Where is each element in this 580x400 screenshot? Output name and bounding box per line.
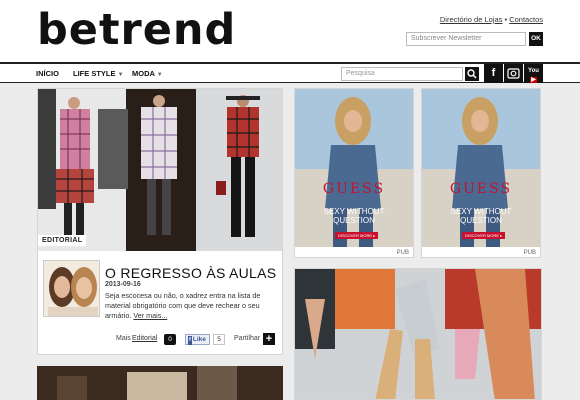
editorial-card: EDITORIAL O REGRESSO ÀS AULAS 2013-09-16… bbox=[37, 88, 283, 355]
ad-label: PUB bbox=[523, 250, 536, 256]
article-excerpt: Seja escocesa ou não, o xadrez entra na … bbox=[105, 291, 277, 321]
contacts-link[interactable]: Contactos bbox=[509, 15, 543, 24]
article-title[interactable]: O REGRESSO ÀS AULAS bbox=[105, 265, 276, 281]
guess-ad-1[interactable]: GUESS SEXY WITHOUT QUESTION DISCOVER MOR… bbox=[294, 88, 414, 258]
street-style-photo[interactable] bbox=[294, 268, 542, 400]
nav-item-inicio[interactable]: INÍCIO bbox=[36, 69, 59, 78]
ad-brand: GUESS bbox=[322, 181, 386, 197]
like-label: Like bbox=[192, 336, 206, 343]
ad-headline: SEXY WITHOUT QUESTION bbox=[323, 207, 385, 225]
read-more-link[interactable]: Ver mais... bbox=[133, 311, 167, 320]
share-label[interactable]: Partilhar bbox=[234, 335, 260, 342]
author-thumbnail[interactable] bbox=[43, 260, 100, 317]
nav-item-life-style[interactable]: LIFE STYLE ▼ bbox=[73, 69, 124, 78]
top-links: Directório de Lojas • Contactos bbox=[440, 15, 543, 24]
camera-icon bbox=[507, 68, 520, 79]
nav-label: MODA bbox=[132, 69, 155, 78]
main-nav: INÍCIO LIFE STYLE ▼ MODA ▼ Pesquisa f Yo… bbox=[0, 62, 580, 83]
youtube-icon[interactable]: You ▶ bbox=[524, 64, 543, 83]
next-article-photo[interactable] bbox=[37, 366, 283, 400]
nav-label: INÍCIO bbox=[36, 69, 59, 78]
newsletter-input[interactable]: Subscrever Newsletter bbox=[406, 32, 526, 46]
ad-headline: SEXY WITHOUT QUESTION bbox=[450, 207, 512, 225]
runway-photo[interactable]: EDITORIAL bbox=[38, 89, 282, 251]
ad-cta: DISCOVER MORE ▸ bbox=[462, 232, 506, 239]
link-separator: • bbox=[504, 15, 508, 24]
excerpt-text: Seja escocesa ou não, o xadrez entra na … bbox=[105, 291, 261, 320]
plus-icon[interactable]: + bbox=[263, 333, 275, 345]
like-count: 5 bbox=[213, 334, 225, 345]
runway-illustration bbox=[38, 89, 282, 251]
facebook-icon[interactable]: f bbox=[484, 64, 503, 83]
guess-ad-2[interactable]: GUESS SEXY WITHOUT QUESTION DISCOVER MOR… bbox=[421, 88, 541, 258]
social-glyph: You bbox=[528, 68, 539, 74]
two-women-portrait bbox=[44, 261, 99, 316]
ad-cta: DISCOVER MORE ▸ bbox=[335, 232, 379, 239]
facebook-like-button[interactable]: f Like bbox=[185, 334, 210, 345]
facebook-icon: f bbox=[188, 336, 192, 345]
ad-image: GUESS SEXY WITHOUT QUESTION DISCOVER MOR… bbox=[422, 89, 540, 247]
newsletter-submit-button[interactable]: OK bbox=[529, 32, 543, 46]
youtube-tube-mark: ▶ bbox=[530, 77, 537, 83]
editorial-tag[interactable]: EDITORIAL bbox=[38, 235, 87, 246]
search-input[interactable]: Pesquisa bbox=[341, 67, 463, 81]
nav-label: LIFE STYLE bbox=[73, 69, 116, 78]
site-header: betrend Directório de Lojas • Contactos … bbox=[0, 0, 580, 62]
instagram-icon[interactable] bbox=[504, 64, 523, 83]
comment-count-badge[interactable]: 0 bbox=[164, 334, 176, 345]
category-link[interactable]: Editorial bbox=[132, 335, 157, 342]
nav-item-moda[interactable]: MODA ▼ bbox=[132, 69, 163, 78]
chevron-down-icon: ▼ bbox=[156, 72, 163, 78]
chevron-down-icon: ▼ bbox=[117, 72, 124, 78]
search-icon bbox=[467, 69, 477, 79]
ad-image: GUESS SEXY WITHOUT QUESTION DISCOVER MOR… bbox=[295, 89, 413, 247]
article-footer: Mais Editorial 0 f Like 5 Partilhar + bbox=[38, 333, 282, 347]
street-style-illustration bbox=[295, 269, 541, 399]
social-glyph: f bbox=[491, 67, 496, 79]
more-label: Mais bbox=[116, 335, 131, 342]
store-directory-link[interactable]: Directório de Lojas bbox=[440, 15, 503, 24]
ad-label: PUB bbox=[396, 250, 409, 256]
store-interior-illustration bbox=[37, 366, 283, 400]
search-button[interactable] bbox=[465, 67, 479, 81]
ad-brand: GUESS bbox=[449, 181, 513, 197]
article-date: 2013-09-16 bbox=[105, 281, 141, 288]
site-logo[interactable]: betrend bbox=[37, 5, 236, 55]
